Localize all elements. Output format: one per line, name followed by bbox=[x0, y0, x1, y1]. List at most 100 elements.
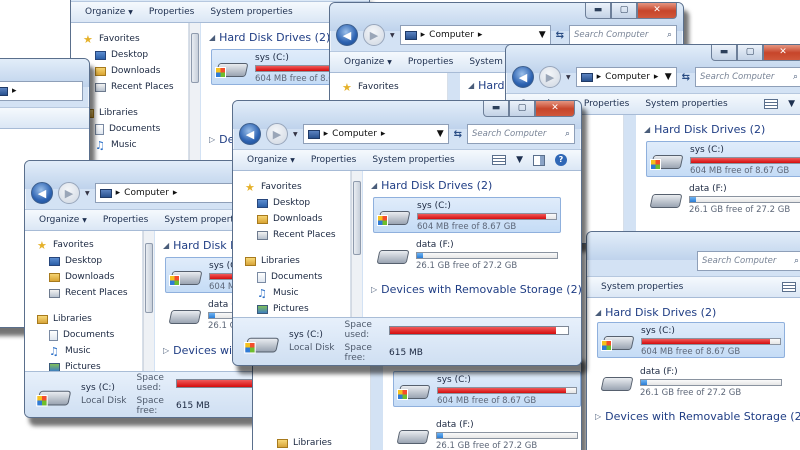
drive-item-f[interactable]: data (F:)26.1 GB free of 27.2 GB bbox=[393, 417, 581, 450]
back-arrow-icon[interactable]: ◀ bbox=[31, 182, 53, 204]
chevron-down-icon: ◢ bbox=[468, 81, 475, 90]
nav-documents[interactable]: Documents bbox=[233, 269, 350, 285]
recent-pages-dropdown[interactable]: ▼ bbox=[390, 32, 395, 39]
hard-drive-icon bbox=[244, 329, 280, 356]
address-bar[interactable]: ▸ bbox=[0, 81, 83, 101]
forward-arrow-icon[interactable]: ▶ bbox=[58, 182, 80, 204]
content-pane: ◢Hard Disk Drives (2) sys (C:)604 MB fre… bbox=[363, 171, 581, 317]
maximize-button[interactable]: ▢ bbox=[611, 3, 637, 19]
nav-libraries[interactable]: Libraries bbox=[233, 253, 350, 269]
hard-drive-icon bbox=[600, 369, 634, 395]
properties-button[interactable]: Properties bbox=[408, 57, 453, 67]
organize-menu[interactable]: Organize ▼ bbox=[39, 215, 87, 225]
system-properties-button[interactable]: System properties bbox=[645, 99, 727, 109]
recent-pages-dropdown[interactable]: ▼ bbox=[293, 131, 298, 138]
system-properties-button[interactable]: System properties bbox=[210, 7, 292, 17]
organize-menu[interactable]: Organize ▼ bbox=[85, 7, 133, 17]
drive-item-c[interactable]: sys (C:)604 MB free of 8.67 GB bbox=[597, 322, 785, 358]
change-view-icon[interactable] bbox=[764, 99, 779, 109]
nav-favorites[interactable]: ★ Favorites bbox=[233, 179, 350, 195]
close-button[interactable]: ✕ bbox=[763, 45, 800, 61]
organize-menu[interactable]: Organize ▼ bbox=[247, 155, 295, 165]
maximize-button[interactable]: ▢ bbox=[737, 45, 763, 61]
nav-favorites[interactable]: ★ Favorites bbox=[71, 31, 188, 47]
removable-storage-header[interactable]: ▷Devices with Removable Storage (2) bbox=[371, 283, 581, 296]
back-arrow-icon[interactable]: ◀ bbox=[512, 66, 534, 88]
scroll-thumb[interactable] bbox=[191, 33, 199, 83]
drive-item-c[interactable]: sys (C:)604 MB free of 8.67 GB bbox=[373, 197, 561, 233]
hard-drive-icon bbox=[650, 147, 684, 173]
system-properties-button[interactable]: System properties bbox=[372, 155, 454, 165]
organize-menu[interactable]: Organize ▼ bbox=[344, 57, 392, 67]
drive-item-c[interactable]: sys (C:)604 MB free of 8.67 GB bbox=[393, 371, 581, 407]
nav-libraries[interactable]: Libraries bbox=[253, 435, 370, 450]
navigation-bar: Search Computer ⌕ bbox=[697, 249, 800, 273]
drive-usage-bar bbox=[416, 252, 558, 259]
nav-recent-places[interactable]: Recent Places bbox=[25, 285, 142, 301]
drive-item-c[interactable]: sys (C:)604 MB free of 8.67 GB bbox=[646, 141, 800, 177]
recent-pages-dropdown[interactable]: ▼ bbox=[566, 74, 571, 81]
nav-scrollbar[interactable] bbox=[189, 23, 200, 168]
nav-favorites[interactable]: ★ Favorites bbox=[25, 237, 142, 253]
nav-music[interactable]: ♫ Music bbox=[233, 285, 350, 301]
refresh-icon[interactable]: ⇆ bbox=[682, 72, 690, 83]
search-input[interactable]: Search Computer ⌕ bbox=[695, 67, 800, 87]
removable-storage-header[interactable]: ▷Devices with Removable Storage (2) bbox=[595, 410, 800, 423]
properties-button[interactable]: Properties bbox=[149, 7, 194, 17]
hard-drive-icon bbox=[169, 263, 203, 289]
scroll-thumb[interactable] bbox=[145, 243, 153, 313]
hard-disk-drives-header[interactable]: ◢Hard Disk Drives (2) bbox=[644, 123, 765, 136]
change-view-icon[interactable] bbox=[492, 155, 507, 165]
nav-documents[interactable]: Documents bbox=[25, 327, 142, 343]
back-arrow-icon[interactable]: ◀ bbox=[239, 123, 261, 145]
minimize-button[interactable]: ▬ bbox=[711, 45, 737, 61]
properties-button[interactable]: Properties bbox=[584, 99, 629, 109]
hard-drive-icon bbox=[215, 55, 249, 81]
forward-arrow-icon[interactable]: ▶ bbox=[539, 66, 561, 88]
nav-desktop[interactable]: Desktop bbox=[233, 195, 350, 211]
close-button[interactable]: ✕ bbox=[637, 3, 677, 19]
preview-pane-icon[interactable] bbox=[533, 154, 545, 166]
nav-scrollbar[interactable] bbox=[351, 171, 362, 317]
hard-disk-drives-header[interactable]: ◢Hard Disk Drives (2) bbox=[209, 31, 330, 44]
nav-recent-places[interactable]: Recent Places bbox=[233, 227, 350, 243]
nav-pictures[interactable]: Pictures bbox=[233, 301, 350, 317]
search-input[interactable]: Search Computer ⌕ bbox=[467, 124, 575, 144]
drive-usage-bar bbox=[690, 157, 800, 164]
nav-desktop[interactable]: Desktop bbox=[25, 253, 142, 269]
drive-item-f[interactable]: data (F:)26.1 GB free of 27.2 GB bbox=[597, 364, 785, 400]
address-bar[interactable]: ▸ Computer ▸ ▼ bbox=[399, 25, 551, 45]
refresh-icon[interactable]: ⇆ bbox=[454, 129, 462, 140]
refresh-icon[interactable]: ⇆ bbox=[556, 30, 564, 41]
help-icon[interactable]: ? bbox=[555, 154, 567, 166]
system-properties-button[interactable]: System properties bbox=[601, 282, 683, 292]
minimize-button[interactable]: ▬ bbox=[483, 101, 509, 117]
search-input[interactable]: Search Computer ⌕ bbox=[697, 251, 800, 271]
nav-downloads[interactable]: Downloads bbox=[25, 269, 142, 285]
nav-downloads[interactable]: Downloads bbox=[233, 211, 350, 227]
close-button[interactable]: ✕ bbox=[535, 101, 575, 117]
drive-item-f[interactable]: data (F:)26.1 GB free of 27.2 GB bbox=[646, 181, 800, 217]
forward-arrow-icon[interactable]: ▶ bbox=[266, 123, 288, 145]
back-arrow-icon[interactable]: ◀ bbox=[336, 24, 358, 46]
hard-disk-drives-header[interactable]: ◢Hard Disk Drives (2) bbox=[595, 306, 716, 319]
maximize-button[interactable]: ▢ bbox=[509, 101, 535, 117]
scroll-thumb[interactable] bbox=[353, 181, 361, 255]
address-bar[interactable]: ▸ Computer ▸ ▼ bbox=[575, 67, 677, 87]
music-icon: ♫ bbox=[257, 286, 267, 300]
address-bar[interactable]: ▸ Computer ▸ ▼ bbox=[302, 124, 449, 144]
properties-button[interactable]: Properties bbox=[103, 215, 148, 225]
nav-scrollbar[interactable] bbox=[143, 231, 154, 371]
minimize-button[interactable]: ▬ bbox=[585, 3, 611, 19]
drive-item-f[interactable]: data (F:)26.1 GB free of 27.2 GB bbox=[373, 237, 561, 273]
change-view-icon[interactable] bbox=[782, 282, 796, 292]
search-input[interactable]: Search Computer ⌕ bbox=[569, 25, 677, 45]
nav-favorites[interactable]: ★ Favorites bbox=[330, 79, 447, 95]
nav-libraries[interactable]: Libraries bbox=[25, 311, 142, 327]
hard-disk-drives-header[interactable]: ◢Hard Disk Drives (2) bbox=[371, 179, 492, 192]
chevron-down-icon: ◢ bbox=[163, 241, 170, 250]
properties-button[interactable]: Properties bbox=[311, 155, 356, 165]
nav-music[interactable]: ♫ Music bbox=[25, 343, 142, 359]
forward-arrow-icon[interactable]: ▶ bbox=[363, 24, 385, 46]
recent-pages-dropdown[interactable]: ▼ bbox=[85, 190, 90, 197]
